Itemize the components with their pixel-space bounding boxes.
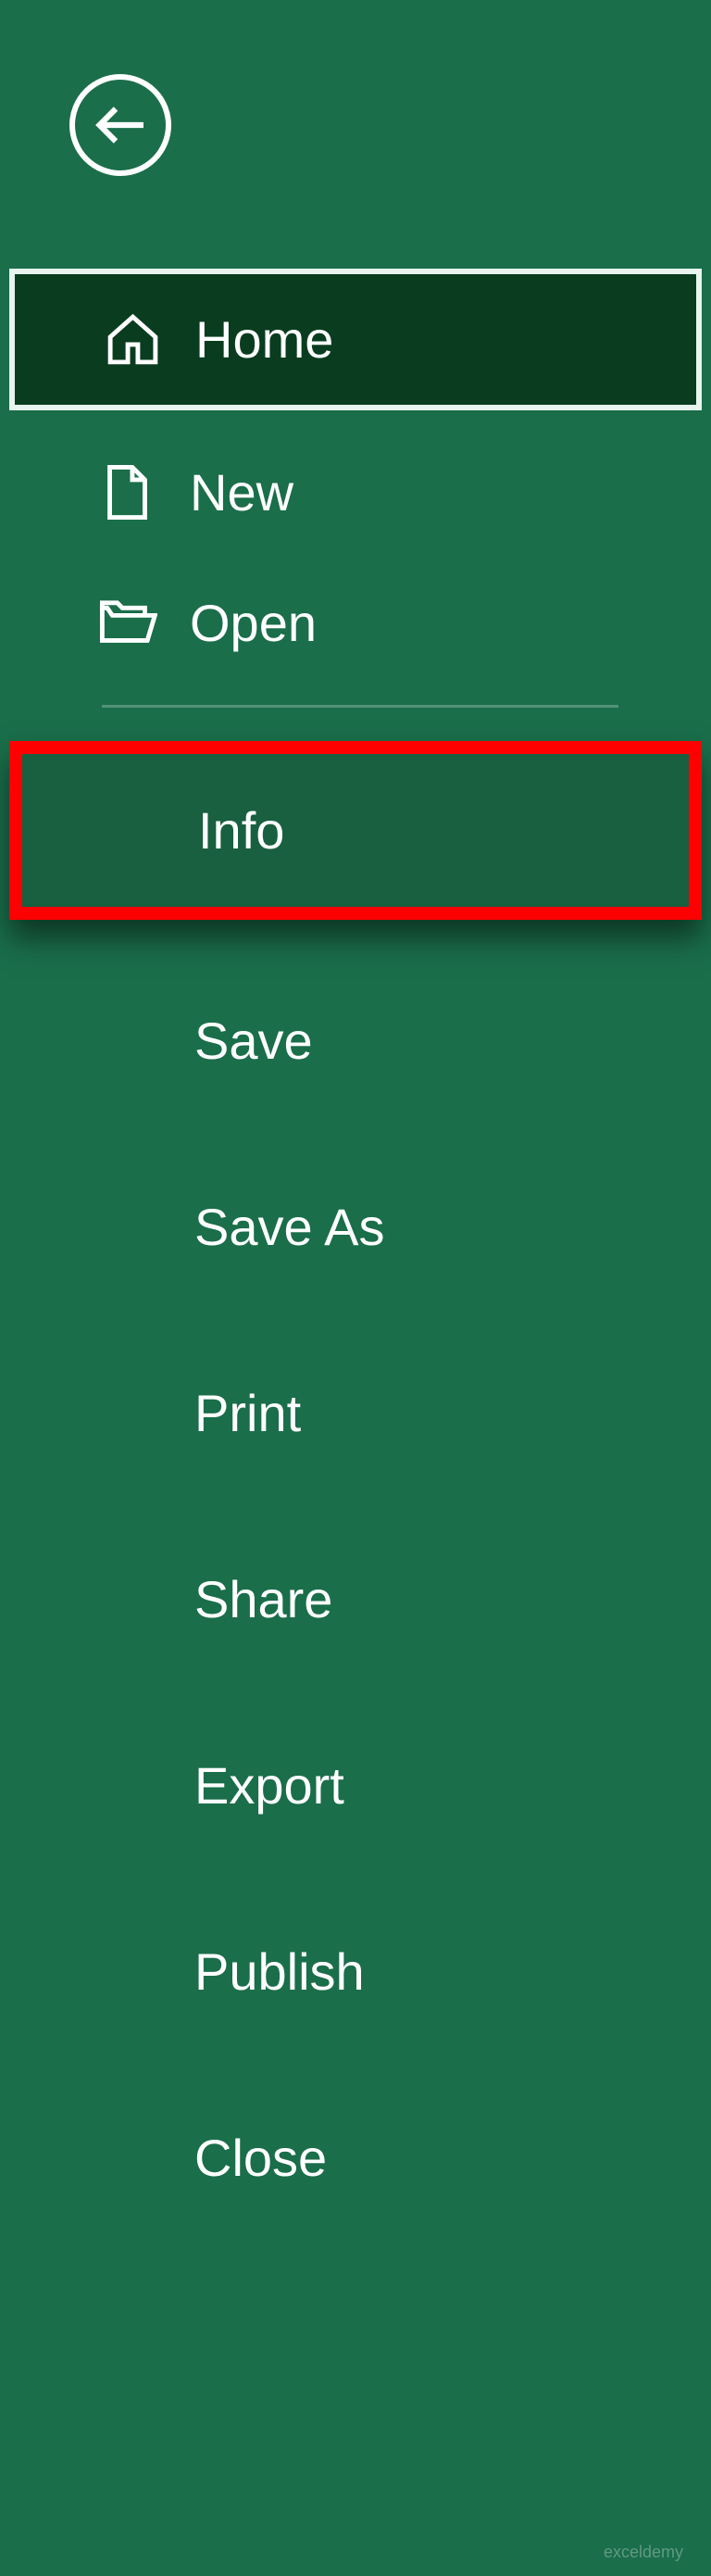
back-button[interactable]: [69, 74, 171, 176]
menu-item-export[interactable]: Export: [0, 1720, 711, 1851]
menu-label: Share: [194, 1569, 332, 1629]
watermark: exceldemy: [604, 2543, 683, 2562]
back-arrow-icon: [93, 97, 148, 153]
backstage-panel: Home New Open Info Save Save As: [0, 0, 711, 2576]
menu-item-info[interactable]: Info: [9, 741, 702, 920]
menu-label: New: [190, 462, 293, 522]
menu-label: Print: [194, 1383, 301, 1443]
new-file-icon: [97, 462, 157, 522]
menu-label: Open: [190, 593, 317, 653]
menu-divider: [102, 705, 618, 708]
menu-label: Save As: [194, 1197, 384, 1257]
menu-label: Info: [198, 800, 284, 861]
menu-item-save-as[interactable]: Save As: [0, 1162, 711, 1292]
menu-item-save[interactable]: Save: [0, 975, 711, 1106]
menu-label: Close: [194, 2128, 327, 2188]
menu-item-new[interactable]: New: [0, 427, 711, 558]
open-folder-icon: [97, 593, 157, 653]
home-icon: [103, 309, 163, 370]
menu-item-home[interactable]: Home: [9, 269, 702, 410]
menu-label: Home: [195, 309, 333, 370]
menu-item-publish[interactable]: Publish: [0, 1906, 711, 2037]
menu-item-share[interactable]: Share: [0, 1534, 711, 1665]
menu-label: Publish: [194, 1941, 365, 2002]
menu-item-close[interactable]: Close: [0, 2092, 711, 2223]
menu-label: Save: [194, 1011, 313, 1071]
menu-label: Export: [194, 1755, 344, 1816]
menu-item-print[interactable]: Print: [0, 1348, 711, 1478]
menu-item-open[interactable]: Open: [0, 558, 711, 688]
